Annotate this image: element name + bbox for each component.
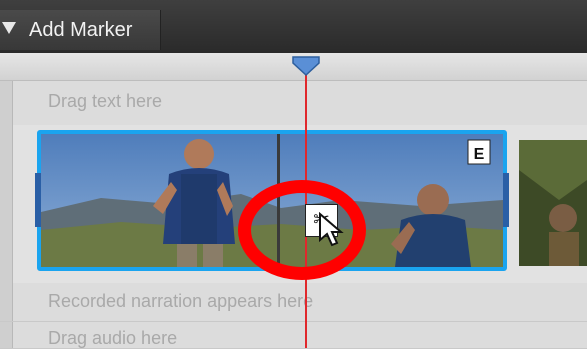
narration-track[interactable]: Recorded narration appears here <box>0 283 587 322</box>
text-track-header <box>0 81 13 125</box>
text-track[interactable]: Drag text here <box>0 81 587 126</box>
audio-track-hint: Drag audio here <box>48 328 178 348</box>
playhead-marker-icon[interactable] <box>291 55 321 77</box>
clip-trim-handle-left[interactable] <box>35 173 41 227</box>
annotation-highlight-circle <box>238 180 366 280</box>
clip-trim-handle-right[interactable] <box>503 173 509 227</box>
narration-track-header <box>0 283 13 321</box>
audio-track-header <box>0 322 13 348</box>
clip-badge: E <box>474 146 485 163</box>
video-track-header <box>0 125 13 283</box>
text-track-hint: Drag text here <box>48 91 163 111</box>
add-marker-button[interactable]: Add Marker <box>0 10 161 50</box>
audio-track[interactable]: Drag audio here <box>0 322 587 349</box>
video-clip-next[interactable] <box>519 140 587 266</box>
narration-track-hint: Recorded narration appears here <box>48 291 314 311</box>
add-marker-label: Add Marker <box>29 19 133 41</box>
timeline-toolbar: Add Marker <box>0 0 587 53</box>
dropdown-caret-icon[interactable] <box>2 22 16 34</box>
next-clip-thumbnail <box>519 140 587 266</box>
